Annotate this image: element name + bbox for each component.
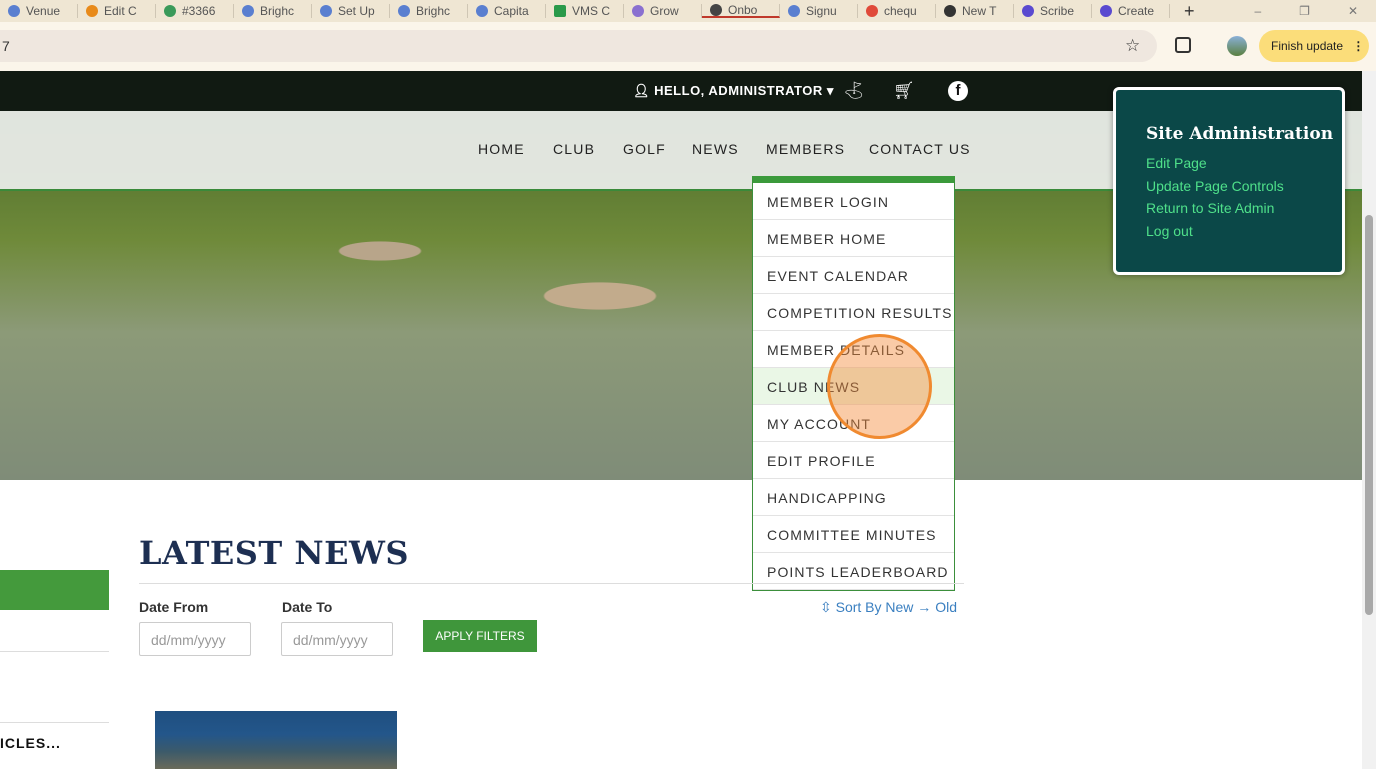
minimize-button[interactable]: –: [1254, 4, 1261, 18]
user-menu[interactable]: 👤︎ HELLO, ADMINISTRATOR ▾: [633, 83, 834, 99]
browser-tab[interactable]: Create: [1092, 4, 1170, 18]
tab-favicon-icon: [398, 5, 410, 17]
site-admin-panel: Site Administration Edit Page Update Pag…: [1113, 87, 1345, 275]
extensions-icon[interactable]: [1175, 37, 1191, 53]
tab-favicon-icon: [710, 4, 722, 16]
scribe-icon: [1022, 5, 1034, 17]
news-thumbnail-image[interactable]: [155, 711, 397, 769]
menu-item-edit-profile[interactable]: EDIT PROFILE: [753, 442, 954, 479]
browser-tab[interactable]: Set Up: [312, 4, 390, 18]
menu-item-handicapping[interactable]: HANDICAPPING: [753, 479, 954, 516]
browser-tab-active[interactable]: Onbo: [702, 4, 780, 18]
nav-contact-us[interactable]: CONTACT US: [869, 141, 971, 157]
click-highlight-indicator: [827, 334, 932, 439]
restore-button[interactable]: ❐: [1299, 4, 1310, 18]
tab-favicon-icon: [320, 5, 332, 17]
browser-tab[interactable]: Edit C: [78, 4, 156, 18]
date-to-label: Date To: [282, 599, 333, 615]
tab-favicon-icon: [8, 5, 20, 17]
finish-update-button[interactable]: Finish update ⋮: [1259, 30, 1369, 62]
admin-title: Site Administration: [1146, 124, 1334, 144]
page-title: LATEST NEWS: [139, 534, 410, 572]
tab-favicon-icon: [554, 5, 566, 17]
browser-tab-bar: Venue Edit C #3366 Brighc Set Up Brighc …: [0, 0, 1376, 22]
url-input[interactable]: 7: [0, 30, 1157, 62]
scrollbar-thumb[interactable]: [1365, 215, 1373, 615]
browser-tab[interactable]: Brighc: [390, 4, 468, 18]
menu-item-event-calendar[interactable]: EVENT CALENDAR: [753, 257, 954, 294]
close-window-button[interactable]: ✕: [1348, 4, 1358, 18]
address-bar-area: 7: [0, 22, 1376, 71]
browser-tab[interactable]: Grow: [624, 4, 702, 18]
tab-favicon-icon: [242, 5, 254, 17]
sidebar-header-bar: [0, 570, 109, 610]
tab-favicon-icon: [632, 5, 644, 17]
menu-item-committee-minutes[interactable]: COMMITTEE MINUTES: [753, 516, 954, 553]
browser-tab[interactable]: Capita: [468, 4, 546, 18]
user-icon: 👤︎: [633, 83, 655, 98]
menu-item-member-home[interactable]: MEMBER HOME: [753, 220, 954, 257]
date-to-input[interactable]: dd/mm/yyyy: [281, 622, 393, 656]
google-icon: [866, 5, 878, 17]
browser-tab[interactable]: Scribe: [1014, 4, 1092, 18]
nav-news[interactable]: NEWS: [692, 141, 739, 157]
tab-favicon-icon: [476, 5, 488, 17]
nav-golf[interactable]: GOLF: [623, 141, 666, 157]
menu-item-competition-results[interactable]: COMPETITION RESULTS: [753, 294, 954, 331]
edit-page-link[interactable]: Edit Page: [1146, 152, 1342, 175]
update-page-controls-link[interactable]: Update Page Controls: [1146, 175, 1342, 198]
tab-favicon-icon: [944, 5, 956, 17]
browser-tab[interactable]: Signu: [780, 4, 858, 18]
browser-tab[interactable]: #3366: [156, 4, 234, 18]
return-to-site-admin-link[interactable]: Return to Site Admin: [1146, 197, 1342, 220]
new-tab-button[interactable]: +: [1184, 1, 1195, 22]
tab-favicon-icon: [164, 5, 176, 17]
browser-tab[interactable]: VMS C: [546, 4, 624, 18]
divider: [0, 651, 109, 652]
scribe-icon: [1100, 5, 1112, 17]
nav-home[interactable]: HOME: [478, 141, 525, 157]
facebook-icon[interactable]: f: [948, 81, 968, 101]
nav-club[interactable]: CLUB: [553, 141, 595, 157]
browser-tab[interactable]: chequ: [858, 4, 936, 18]
bookmark-star-icon[interactable]: ☆: [1125, 36, 1140, 56]
menu-item-member-login[interactable]: MEMBER LOGIN: [753, 183, 954, 220]
date-from-label: Date From: [139, 599, 209, 615]
sort-toggle[interactable]: ⇳ Sort By New → Old: [820, 599, 957, 616]
divider: [0, 722, 109, 723]
apply-filters-button[interactable]: APPLY FILTERS: [423, 620, 537, 652]
tab-favicon-icon: [788, 5, 800, 17]
date-from-input[interactable]: dd/mm/yyyy: [139, 622, 251, 656]
browser-tab[interactable]: New T: [936, 4, 1014, 18]
sidebar-articles-heading[interactable]: ICLES...: [0, 735, 61, 751]
browser-tab[interactable]: Venue: [0, 4, 78, 18]
golf-cart-icon[interactable]: 🛒︎: [893, 81, 915, 101]
profile-avatar[interactable]: [1227, 36, 1247, 56]
golf-flag-icon[interactable]: ⛳︎: [843, 81, 865, 101]
divider: [139, 583, 964, 584]
browser-tab[interactable]: Brighc: [234, 4, 312, 18]
log-out-link[interactable]: Log out: [1146, 220, 1342, 243]
menu-item-points-leaderboard[interactable]: POINTS LEADERBOARD: [753, 553, 954, 590]
nav-members[interactable]: MEMBERS: [766, 141, 845, 157]
tab-favicon-icon: [86, 5, 98, 17]
